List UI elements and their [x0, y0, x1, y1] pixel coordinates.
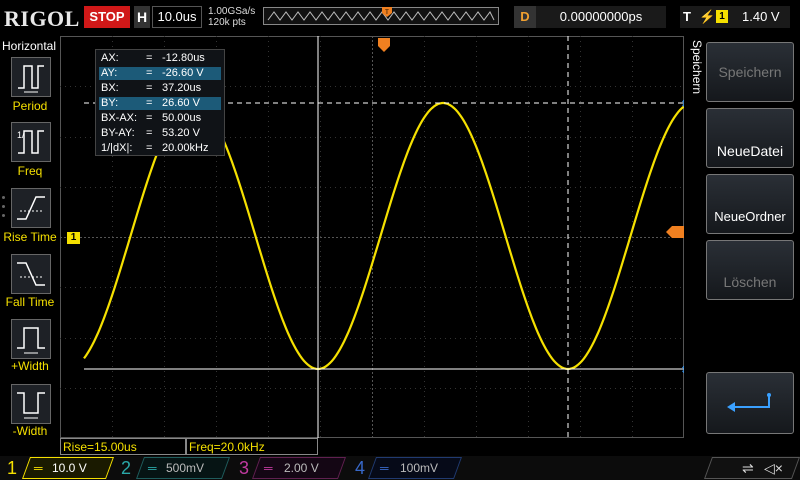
readout-value: -26.60 V: [162, 67, 204, 79]
readout-key: BY:: [101, 97, 119, 109]
readout-value: 20.00kHz: [162, 142, 209, 154]
readout-row: 1/|dX|: = 20.00kHz: [101, 142, 209, 154]
readout-row: BX-AX: = 50.00us: [101, 112, 202, 124]
sample-rate: 1.00GSa/s: [208, 6, 256, 17]
readout-key: AX:: [101, 52, 119, 64]
readout-value: 53.20 V: [162, 127, 200, 139]
frequency-measurement: Freq=20.0kHz: [186, 438, 318, 455]
ch1-scale: 10.0 V: [52, 461, 87, 475]
trigger-level[interactable]: 1.40 V: [742, 6, 780, 28]
ch2-coupling-icon: ═: [148, 461, 157, 475]
svg-text:1/: 1/: [17, 130, 25, 140]
ch4-coupling-icon: ═: [380, 461, 389, 475]
cursor-readout-panel: AX: = -12.80us AY: = -26.60 V BX: = 37.20us BY…: [95, 49, 225, 156]
timebase-value[interactable]: 10.0us: [152, 6, 202, 28]
readout-value: 50.00us: [162, 112, 202, 124]
ch2-label[interactable]: 2: [116, 456, 136, 480]
new-file-button[interactable]: NeueDatei: [706, 108, 794, 168]
ch3-label[interactable]: 3: [234, 456, 254, 480]
trigger-label: T: [683, 9, 691, 24]
readout-row: AX: = -12.80us: [101, 52, 205, 64]
new-folder-button[interactable]: NeueOrdner: [706, 174, 794, 234]
trigger-position-marker-icon: T: [382, 7, 392, 17]
trigger-edge-icon: ⚡: [699, 9, 716, 24]
ch3-coupling-icon: ═: [264, 461, 273, 475]
readout-key: BX:: [101, 82, 119, 94]
timebase-label: H: [134, 6, 150, 28]
ch2-scale: 500mV: [166, 461, 205, 475]
rigol-logo: RIGOL: [4, 6, 80, 31]
freq-label: Freq: [17, 164, 43, 178]
delete-button[interactable]: Löschen: [706, 240, 794, 300]
readout-row: BY: = 26.60 V: [99, 97, 221, 110]
readout-key: 1/|dX|:: [101, 142, 133, 154]
ch3-scale: 2.00 V: [284, 461, 319, 475]
ch1-coupling-icon: ═: [34, 461, 43, 475]
run-stop-status[interactable]: STOP: [84, 6, 130, 28]
ch4-scale: 100mV: [400, 461, 439, 475]
readout-value: -12.80us: [162, 52, 205, 64]
menu-page-dots: [2, 196, 7, 223]
ch4-label[interactable]: 4: [350, 456, 370, 480]
rise-time-measurement: Rise=15.00us: [60, 438, 186, 455]
return-button[interactable]: [706, 372, 794, 434]
readout-value: 26.60 V: [162, 97, 200, 109]
return-arrow-icon: [727, 393, 771, 412]
acquisition-info: 1.00GSa/s 120k pts: [208, 6, 255, 28]
readout-row: AY: = -26.60 V: [99, 67, 221, 80]
delay-label: D: [514, 6, 536, 28]
ch1-label[interactable]: 1: [2, 456, 22, 480]
freq-icon[interactable]: 1/: [11, 122, 51, 162]
menu-title: Horizontal: [2, 39, 57, 53]
menu-title: Speichern: [690, 40, 704, 95]
negative-width-label: -Width: [12, 424, 48, 438]
readout-key: BX-AX:: [101, 112, 138, 124]
save-button[interactable]: Speichern: [706, 42, 794, 102]
speaker-muted-icon: ◁×: [764, 460, 783, 476]
usb-icon: ⇌: [742, 460, 754, 476]
readout-row: BY-AY: = 53.20 V: [101, 127, 200, 139]
fall-time-icon[interactable]: [11, 254, 51, 294]
readout-value: 37.20us: [162, 82, 202, 94]
rise-time-icon[interactable]: [11, 188, 51, 228]
positive-width-icon[interactable]: [11, 319, 51, 359]
delay-value[interactable]: 0.00000000ps: [536, 6, 666, 28]
readout-key: BY-AY:: [101, 127, 135, 139]
negative-width-icon[interactable]: [11, 384, 51, 424]
period-icon[interactable]: [11, 57, 51, 97]
fall-time-label: Fall Time: [5, 295, 55, 309]
readout-key: AY:: [101, 67, 118, 79]
trigger-source: 1: [716, 10, 728, 23]
positive-width-label: +Width: [11, 359, 49, 373]
memory-depth: 120k pts: [208, 17, 246, 28]
svg-text:T: T: [385, 10, 389, 16]
rise-time-label: Rise Time: [3, 230, 57, 244]
readout-row: BX: = 37.20us: [101, 82, 202, 94]
ch1-ground-marker[interactable]: 1: [67, 232, 80, 244]
period-label: Period: [12, 99, 48, 113]
